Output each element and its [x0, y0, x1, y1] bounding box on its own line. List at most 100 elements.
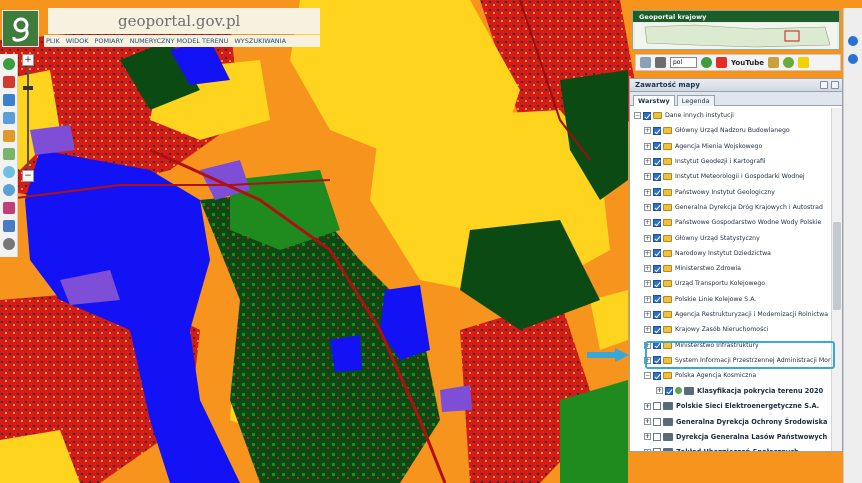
layer-checkbox[interactable]	[653, 249, 661, 258]
layer-checkbox[interactable]	[653, 371, 661, 380]
language-select[interactable]: pol	[670, 57, 697, 68]
layer-tree-scrollbar[interactable]	[831, 108, 842, 451]
tree-row-18[interactable]: + Klasyfikacja pokrycia terenu 2020	[630, 383, 831, 398]
layer-checkbox[interactable]	[653, 126, 661, 135]
tree-row-14[interactable]: + Krajowy Zasób Nieruchomości	[630, 322, 831, 337]
zoom-in-icon[interactable]	[3, 166, 15, 178]
expand-toggle-icon[interactable]: +	[644, 448, 651, 451]
layer-checkbox[interactable]	[653, 310, 661, 319]
expand-toggle-icon[interactable]: +	[644, 265, 651, 273]
layer-checkbox[interactable]	[653, 234, 661, 243]
tab-warstwy[interactable]: Warstwy	[633, 95, 675, 106]
zoom-plus-button[interactable]: +	[22, 54, 34, 66]
zoom-handle[interactable]	[23, 86, 33, 90]
expand-toggle-icon[interactable]: −	[644, 372, 651, 380]
menu-plik[interactable]: PLIK	[46, 37, 60, 45]
expand-toggle-icon[interactable]: +	[656, 387, 663, 395]
tree-row-7[interactable]: + Państwowe Gospodarstwo Wodne Wody Polsk…	[630, 215, 831, 230]
globe-icon[interactable]	[701, 57, 712, 68]
expand-toggle-icon[interactable]: +	[644, 280, 651, 288]
layer-checkbox[interactable]	[653, 448, 661, 451]
layer-checkbox[interactable]	[653, 432, 661, 441]
menu-pomiary[interactable]: POMIARY	[94, 37, 123, 45]
expand-toggle-icon[interactable]: +	[644, 234, 651, 242]
expand-toggle-icon[interactable]: +	[644, 142, 651, 150]
tree-row-10[interactable]: + Ministerstwo Zdrowia	[630, 261, 831, 276]
back-arrow-icon[interactable]	[3, 220, 15, 232]
printer-icon[interactable]	[655, 57, 666, 68]
layer-checkbox[interactable]	[653, 157, 661, 166]
minimize-icon[interactable]	[831, 81, 839, 89]
pencil-icon[interactable]	[3, 130, 15, 142]
tree-row-9[interactable]: + Narodowy Instytut Dziedzictwa	[630, 246, 831, 261]
tree-row-17[interactable]: − Polska Agencja Kosmiczna	[630, 368, 831, 383]
scrollbar-thumb[interactable]	[833, 222, 841, 310]
select-icon[interactable]	[3, 76, 15, 88]
layer-checkbox[interactable]	[653, 264, 661, 273]
expand-toggle-icon[interactable]: +	[644, 127, 651, 135]
youtube-icon[interactable]	[716, 57, 727, 68]
tree-row-22[interactable]: + Zakład Ubezpieczeń Społecznych	[630, 445, 831, 451]
info-icon[interactable]	[3, 58, 15, 70]
eye-icon[interactable]	[848, 36, 858, 46]
visibility-icon[interactable]	[848, 54, 858, 64]
expand-toggle-icon[interactable]: +	[644, 203, 651, 211]
expand-toggle-icon[interactable]: +	[644, 188, 651, 196]
layer-checkbox[interactable]	[653, 203, 661, 212]
tree-row-2[interactable]: + Agencja Mienia Wojskowego	[630, 139, 831, 154]
layer-checkbox[interactable]	[653, 295, 661, 304]
help-icon[interactable]	[3, 238, 15, 250]
expand-toggle-icon[interactable]: +	[644, 433, 651, 441]
layer-checkbox[interactable]	[653, 325, 661, 334]
expand-toggle-icon[interactable]: +	[644, 311, 651, 318]
expand-toggle-icon[interactable]: +	[644, 249, 651, 257]
expand-toggle-icon[interactable]: +	[644, 326, 651, 334]
tree-row-3[interactable]: + Instytut Geodezji i Kartografii	[630, 154, 831, 169]
print-icon[interactable]	[3, 202, 15, 214]
expand-toggle-icon[interactable]: +	[644, 295, 651, 303]
layers-icon[interactable]	[3, 148, 15, 160]
layer-checkbox[interactable]	[643, 111, 651, 120]
zoom-minus-button[interactable]: −	[22, 170, 34, 182]
expand-toggle-icon[interactable]: +	[644, 219, 651, 227]
layer-checkbox[interactable]	[653, 172, 661, 181]
layer-checkbox[interactable]	[653, 402, 661, 411]
tree-row-1[interactable]: + Główny Urząd Nadzoru Budowlanego	[630, 123, 831, 138]
measure-icon[interactable]	[3, 94, 15, 106]
tree-row-0[interactable]: − Dane innych instytucji	[630, 108, 831, 123]
refresh-icon[interactable]	[820, 81, 828, 89]
tree-row-4[interactable]: + Instytut Meteorologii i Gospodarki Wodn…	[630, 169, 831, 184]
tree-row-5[interactable]: + Państwowy Instytut Geologiczny	[630, 184, 831, 199]
geoportal-logo[interactable]	[2, 10, 39, 47]
tab-legenda[interactable]: Legenda	[676, 95, 715, 106]
layer-checkbox[interactable]	[653, 188, 661, 197]
tree-row-8[interactable]: + Główny Urząd Statystyczny	[630, 230, 831, 245]
star-icon[interactable]	[767, 57, 779, 68]
eco-icon[interactable]	[782, 57, 794, 68]
expand-toggle-icon[interactable]: +	[644, 173, 651, 181]
tree-row-6[interactable]: + Generalna Dyrekcja Dróg Krajowych i Aut…	[630, 200, 831, 215]
zoom-slider[interactable]: + −	[22, 54, 36, 184]
menu-widok[interactable]: WIDOK	[66, 37, 89, 45]
tree-row-11[interactable]: + Urząd Transportu Kolejowego	[630, 276, 831, 291]
accessibility-eye-icon[interactable]	[797, 57, 809, 68]
zoom-box-icon[interactable]	[3, 112, 15, 124]
menu-nmt[interactable]: NUMERYCZNY MODEL TERENU	[130, 37, 229, 45]
tree-row-13[interactable]: + Agencja Restrukturyzacji i Modernizacji…	[630, 307, 831, 322]
layer-checkbox[interactable]	[653, 417, 661, 426]
save-icon[interactable]	[640, 57, 651, 68]
expand-toggle-icon[interactable]: +	[644, 158, 651, 166]
layer-checkbox[interactable]	[653, 279, 661, 288]
expand-toggle-icon[interactable]: +	[644, 418, 651, 426]
tree-row-12[interactable]: + Polskie Linie Kolejowe S.A.	[630, 292, 831, 307]
layer-checkbox[interactable]	[653, 142, 661, 151]
youtube-link[interactable]: YouTube	[731, 59, 764, 67]
tree-row-21[interactable]: + Dyrekcja Generalna Lasów Państwowych	[630, 429, 831, 444]
expand-toggle-icon[interactable]: −	[634, 112, 641, 120]
layer-checkbox[interactable]	[653, 218, 661, 227]
zoom-out-icon[interactable]	[3, 184, 15, 196]
tree-row-20[interactable]: + Generalna Dyrekcja Ochrony Środowiska	[630, 414, 831, 429]
tree-row-19[interactable]: + Polskie Sieci Elektroenergetyczne S.A.	[630, 399, 831, 414]
expand-toggle-icon[interactable]: +	[644, 402, 651, 410]
layer-checkbox[interactable]	[665, 386, 673, 395]
